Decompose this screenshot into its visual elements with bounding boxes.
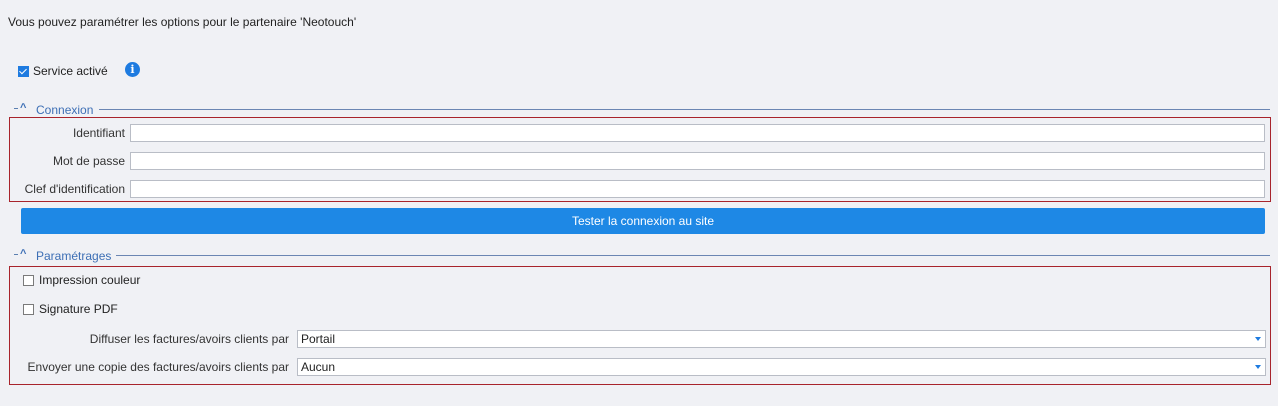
envoyer-copie-label: Envoyer une copie des factures/avoirs cl… (27, 360, 289, 374)
service-label: Service activé (33, 64, 108, 78)
signature-pdf-checkbox[interactable] (23, 304, 35, 316)
service-checkbox[interactable] (18, 66, 30, 78)
checkbox-unchecked-icon (23, 275, 34, 286)
intro-text: Vous pouvez paramétrer les options pour … (8, 15, 357, 29)
connexion-section-header[interactable]: ^ Connexion (0, 102, 1278, 117)
diffuser-label: Diffuser les factures/avoirs clients par (89, 332, 289, 346)
identifiant-label: Identifiant (72, 126, 125, 140)
parametrages-section-header[interactable]: ^ Paramétrages (0, 248, 1278, 263)
dropdown-arrow-icon (1255, 337, 1261, 341)
impression-couleur-label: Impression couleur (39, 273, 141, 287)
section-divider (99, 109, 1270, 110)
info-icon[interactable]: i (125, 62, 140, 77)
identifiant-input[interactable] (130, 124, 1265, 142)
clef-identification-input[interactable] (130, 180, 1265, 198)
dropdown-arrow-icon (1255, 365, 1261, 369)
diffuser-select[interactable]: Portail (297, 330, 1266, 348)
checkbox-checked-icon (18, 66, 29, 77)
impression-couleur-checkbox[interactable] (23, 275, 35, 287)
envoyer-copie-select-value: Aucun (301, 360, 336, 374)
checkbox-unchecked-icon (23, 304, 34, 315)
parametrages-title: Paramétrages (36, 249, 112, 263)
diffuser-select-value: Portail (301, 332, 336, 346)
test-connection-button[interactable]: Tester la connexion au site (21, 208, 1265, 234)
signature-pdf-label: Signature PDF (39, 302, 118, 316)
envoyer-copie-select[interactable]: Aucun (297, 358, 1266, 376)
password-input[interactable] (130, 152, 1265, 170)
section-divider (116, 255, 1270, 256)
chevron-up-icon[interactable]: ^ (20, 102, 26, 114)
chevron-up-icon[interactable]: ^ (20, 248, 26, 260)
clef-identification-label: Clef d'identification (24, 182, 125, 196)
connexion-title: Connexion (36, 103, 94, 117)
password-label: Mot de passe (52, 154, 125, 168)
